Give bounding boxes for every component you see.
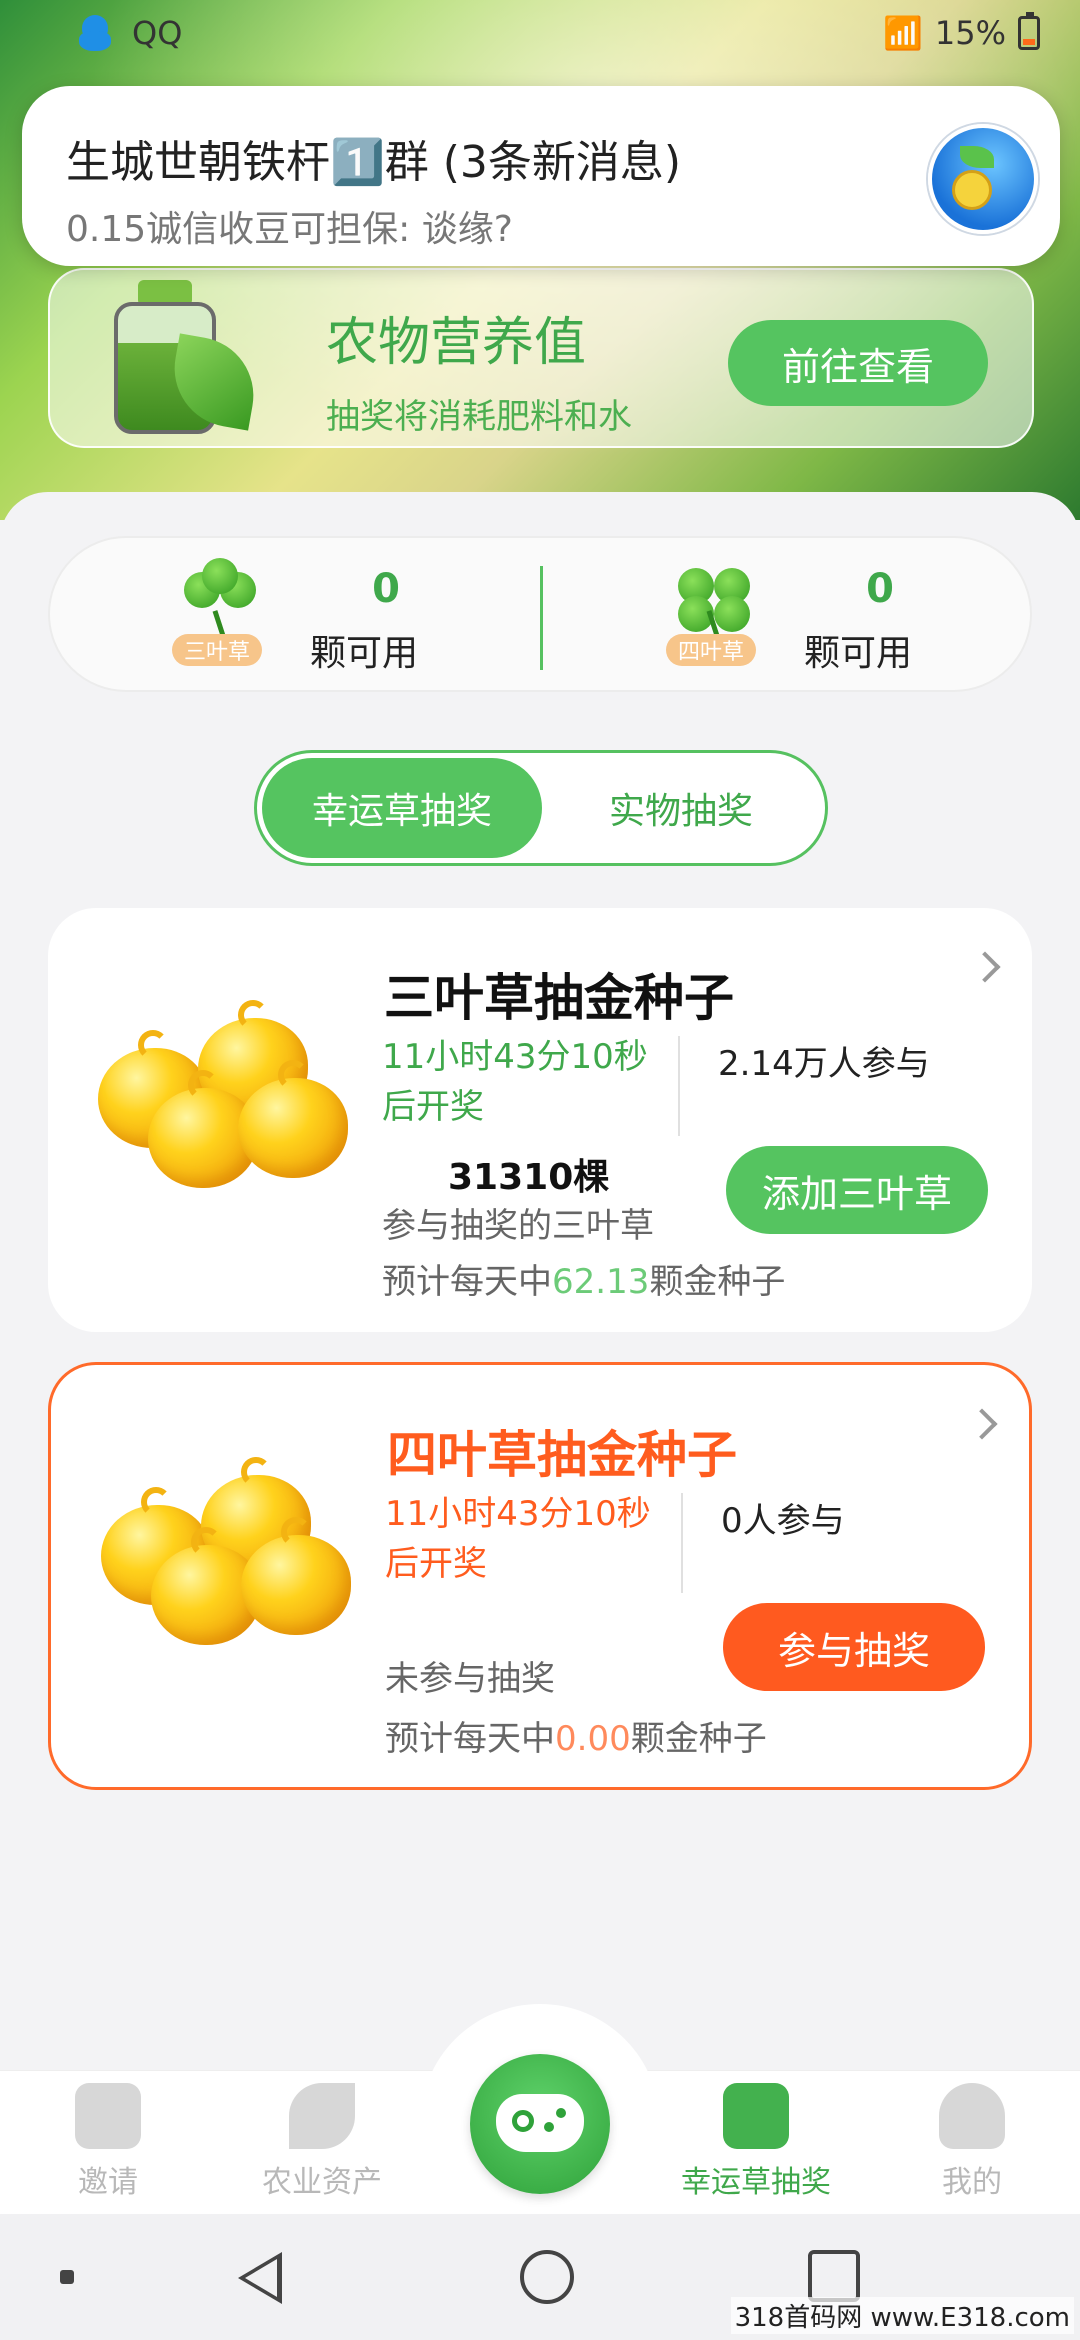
tab-invite[interactable]: 邀请 — [8, 2083, 208, 2201]
tab-label: 农业资产 — [262, 2165, 382, 2200]
tab-profile[interactable]: 我的 — [872, 2083, 1072, 2201]
three-leaf-draw-card[interactable]: 三叶草抽金种子 11小时43分10秒后开奖 2.14万人参与 31310棵 参与… — [48, 908, 1032, 1332]
tab-physical-prize-draw[interactable]: 实物抽奖 — [541, 758, 821, 858]
tab-lucky-clover[interactable]: 幸运草抽奖 — [656, 2083, 856, 2201]
clover-divider — [540, 566, 543, 670]
clover-tag: 三叶草 — [172, 634, 263, 666]
clover-available-label: 颗可用 — [804, 633, 913, 674]
draw-countdown: 11小时43分10秒后开奖 — [382, 1037, 648, 1127]
four-leaf-draw-card[interactable]: 四叶草抽金种子 11小时43分10秒后开奖 0人参与 未参与抽奖 参与抽奖 预计… — [48, 1362, 1032, 1790]
lottery-type-tabs: 幸运草抽奖 实物抽奖 — [254, 750, 828, 866]
tab-game-center[interactable] — [470, 2054, 610, 2194]
plant-icon — [289, 2083, 355, 2149]
participation-status: 未参与抽奖 — [385, 1659, 555, 1699]
join-draw-button[interactable]: 参与抽奖 — [723, 1603, 985, 1691]
gamepad-icon — [496, 2094, 584, 2152]
clover-available-label: 颗可用 — [310, 633, 419, 674]
nutrition-subtitle: 抽奖将消耗肥料和水 — [326, 397, 632, 437]
status-app-name: QQ — [132, 14, 183, 52]
gift-icon — [723, 2083, 789, 2149]
participant-count: 2.14万人参与 — [718, 1044, 930, 1084]
nutrition-bottle-icon — [110, 280, 263, 438]
view-nutrition-button[interactable]: 前往查看 — [728, 320, 988, 406]
clover-count: 0 — [372, 566, 400, 612]
chevron-right-icon[interactable] — [966, 1408, 998, 1440]
recent-apps-icon[interactable] — [808, 2250, 860, 2302]
draw-title: 四叶草抽金种子 — [387, 1426, 737, 1484]
daily-estimate: 预计每天中0.00颗金种子 — [385, 1711, 767, 1760]
divider — [681, 1493, 683, 1593]
main-panel: 三叶草 0 颗可用 四叶草 0 颗可用 幸运草抽奖 实物抽奖 三叶草抽金种子 1… — [0, 492, 1080, 2072]
daily-prefix: 预计每天中 — [382, 1262, 552, 1302]
add-three-leaf-clover-button[interactable]: 添加三叶草 — [726, 1146, 988, 1234]
tab-farm-assets[interactable]: 农业资产 — [222, 2083, 422, 2201]
profile-icon — [939, 2083, 1005, 2149]
status-bar: QQ 📶 15% — [0, 0, 1080, 66]
four-leaf-clover-summary: 四叶草 0 颗可用 — [544, 538, 1034, 694]
draw-countdown: 11小时43分10秒后开奖 — [385, 1494, 651, 1584]
nutrition-card: 农物营养值 抽奖将消耗肥料和水 前往查看 — [48, 268, 1034, 448]
tab-label: 邀请 — [78, 2165, 138, 2200]
group-avatar — [928, 124, 1038, 234]
qq-penguin-icon — [76, 13, 114, 53]
battery-percent: 15% — [934, 14, 1006, 52]
notification-title: 生城世朝铁杆1️⃣群 (3条新消息) — [66, 137, 682, 188]
gold-seeds-icon — [88, 988, 348, 1188]
daily-suffix: 颗金种子 — [649, 1262, 786, 1302]
clover-tag: 四叶草 — [666, 634, 757, 666]
home-icon[interactable] — [520, 2250, 574, 2304]
qq-notification-banner[interactable]: 生城世朝铁杆1️⃣群 (3条新消息) 0.15诚信收豆可担保: 谈缘? — [22, 86, 1060, 266]
three-leaf-clover-summary: 三叶草 0 颗可用 — [50, 538, 540, 694]
daily-prefix: 预计每天中 — [385, 1719, 555, 1759]
wifi-icon: 📶 — [883, 14, 923, 52]
nutrition-title: 农物营养值 — [326, 313, 587, 373]
tab-label: 幸运草抽奖 — [681, 2165, 831, 2200]
draw-title: 三叶草抽金种子 — [384, 969, 734, 1027]
daily-suffix: 颗金种子 — [630, 1719, 767, 1759]
watermark: 318首码网 www.E318.com — [730, 2297, 1074, 2334]
battery-icon — [1018, 12, 1040, 50]
clover-total: 31310棵 — [448, 1157, 610, 1198]
nav-menu-icon[interactable] — [60, 2270, 74, 2284]
tab-lucky-clover-draw[interactable]: 幸运草抽奖 — [262, 758, 542, 858]
chevron-right-icon[interactable] — [969, 951, 1001, 983]
daily-value: 62.13 — [552, 1262, 650, 1302]
daily-value: 0.00 — [555, 1719, 631, 1759]
daily-estimate: 预计每天中62.13颗金种子 — [382, 1254, 785, 1303]
clover-summary: 三叶草 0 颗可用 四叶草 0 颗可用 — [48, 536, 1032, 692]
mail-icon — [75, 2083, 141, 2149]
back-icon[interactable] — [238, 2252, 282, 2304]
clover-total-label: 参与抽奖的三叶草 — [382, 1206, 654, 1246]
notification-message: 0.15诚信收豆可担保: 谈缘? — [66, 209, 513, 250]
gold-seeds-icon — [91, 1445, 351, 1645]
tab-label: 我的 — [942, 2165, 1002, 2200]
clover-count: 0 — [866, 566, 894, 612]
divider — [678, 1036, 680, 1136]
participant-count: 0人参与 — [721, 1501, 845, 1541]
